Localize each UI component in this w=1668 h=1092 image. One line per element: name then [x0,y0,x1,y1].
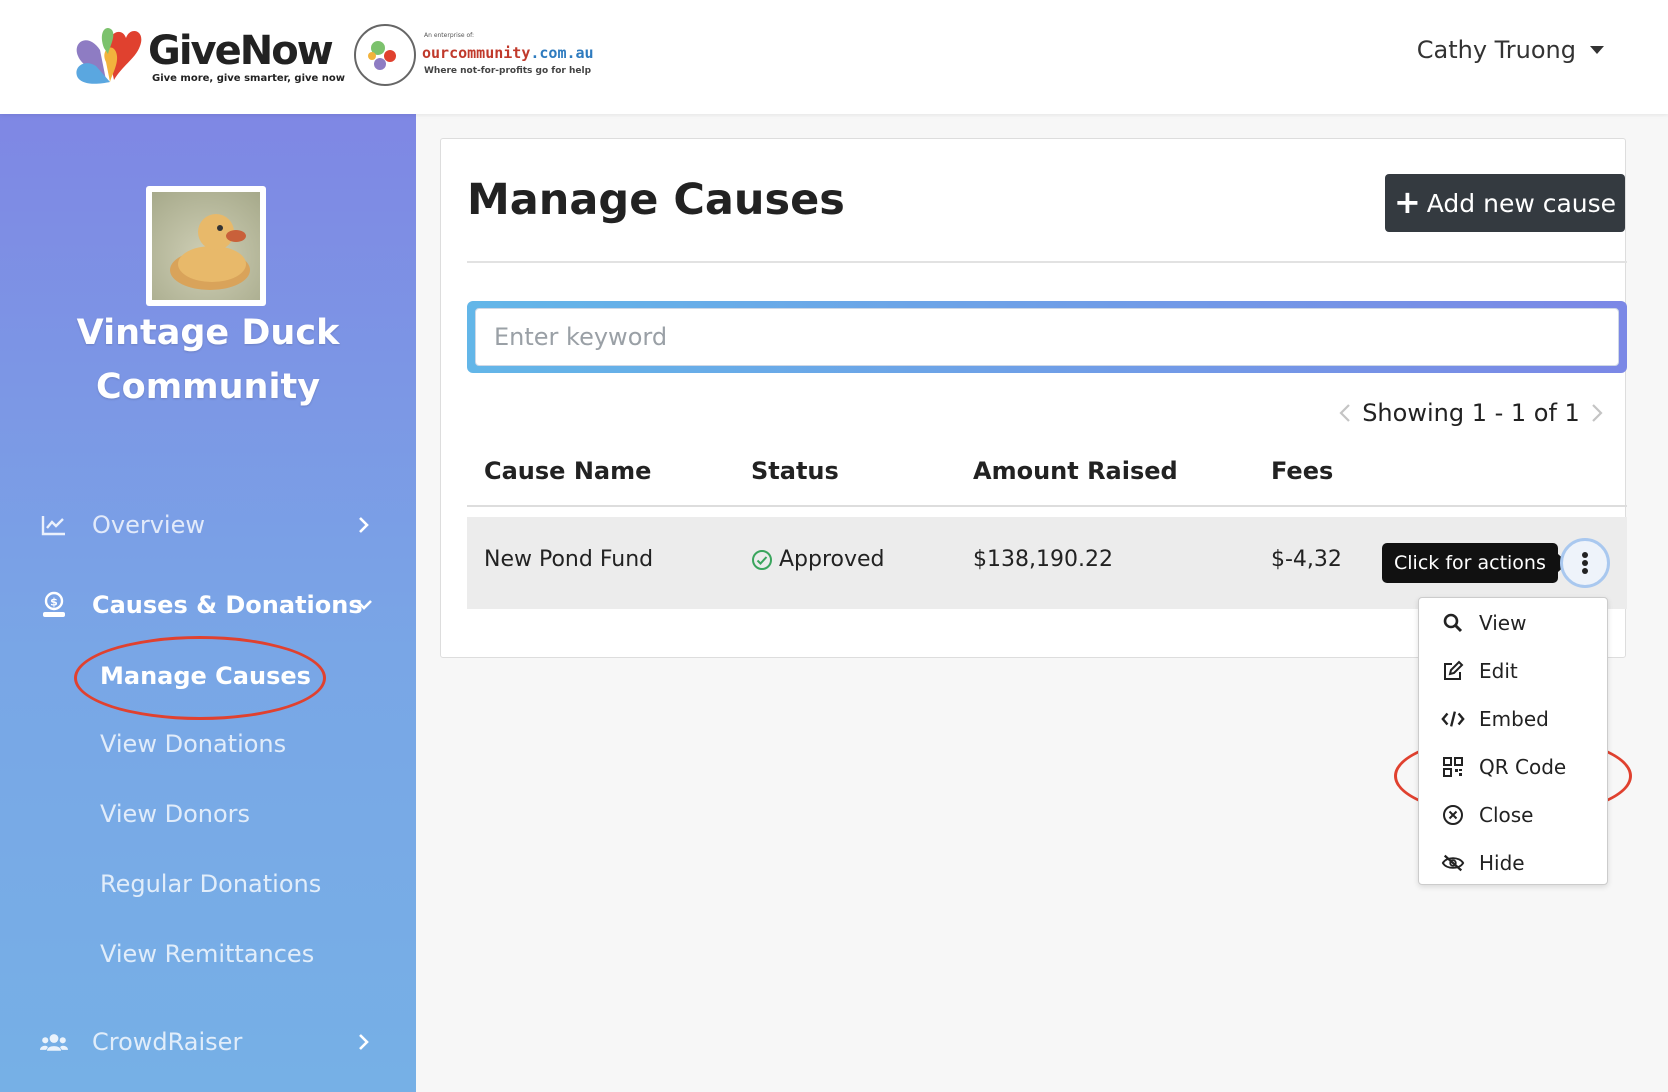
menu-item-label: Close [1479,803,1534,827]
svg-text:$: $ [50,596,58,609]
org-avatar [146,186,266,306]
cause-name-cell[interactable]: New Pond Fund [484,547,653,572]
ourcommunity-logo[interactable]: An enterprise of: ourcommunity.com.au Wh… [354,24,614,86]
menu-item-view[interactable]: View [1419,601,1609,645]
chevron-right-icon [354,1032,374,1052]
top-header: GiveNow Give more, give smarter, give no… [0,0,1668,114]
search-box [467,301,1627,373]
sidebar-item-overview[interactable]: Overview [0,498,416,552]
menu-item-qr-code[interactable]: QR Code [1419,745,1609,789]
menu-item-embed[interactable]: Embed [1419,697,1609,741]
menu-item-label: Edit [1479,659,1518,683]
column-header-fees[interactable]: Fees [1271,457,1333,485]
chart-line-icon [40,511,68,539]
edit-icon [1441,659,1465,683]
add-new-cause-button[interactable]: + Add new cause [1385,174,1625,232]
status-text: Approved [779,547,885,572]
search-icon [1441,611,1465,635]
org-name-line1: Vintage Duck [76,313,340,353]
sidebar-subitem-manage-causes[interactable]: Manage Causes [100,662,311,690]
sidebar: Vintage Duck Community Overview $ Causes… [0,114,416,1092]
duck-image [152,192,260,300]
sidebar-subitem-view-donors[interactable]: View Donors [100,800,250,828]
menu-item-label: View [1479,611,1527,635]
partner-name-part1: ourcommunity [422,44,531,62]
givenow-logo[interactable]: GiveNow Give more, give smarter, give no… [70,22,345,88]
givenow-wordmark: GiveNow [148,28,334,74]
partner-name-part2: .com.au [530,44,594,62]
sidebar-item-label: Overview [92,511,205,539]
sidebar-subitem-regular-donations[interactable]: Regular Donations [100,870,321,898]
column-header-status[interactable]: Status [751,457,839,485]
table-header: Cause Name Status Amount Raised Fees [467,437,1627,507]
user-menu[interactable]: Cathy Truong [1417,36,1604,64]
chevron-right-icon [354,515,374,535]
plus-icon: + [1393,182,1421,221]
sidebar-item-label: Causes & Donations [92,591,363,619]
menu-item-label: Embed [1479,707,1549,731]
sidebar-item-label: CrowdRaiser [92,1028,243,1056]
divider [467,261,1627,263]
keyword-search-input[interactable] [475,308,1619,366]
user-name: Cathy Truong [1416,36,1576,64]
code-icon [1441,707,1465,731]
hearts-logo-icon [76,28,142,84]
add-new-cause-label: Add new cause [1426,188,1617,218]
qr-code-icon [1441,755,1465,779]
sidebar-item-causes-donations[interactable]: $ Causes & Donations [0,578,416,632]
donate-hand-icon: $ [40,591,68,619]
menu-item-hide[interactable]: Hide [1419,841,1609,885]
check-circle-icon [752,549,772,570]
menu-item-label: Hide [1479,851,1525,875]
caret-down-icon [1590,46,1604,54]
pagination-text: Showing 1 - 1 of 1 [1362,399,1580,427]
sidebar-subitem-view-donations[interactable]: View Donations [100,730,286,758]
sidebar-item-crowdraiser[interactable]: CrowdRaiser [0,1015,416,1069]
menu-item-label: QR Code [1479,755,1567,779]
row-actions-button[interactable] [1560,538,1610,588]
ourcommunity-emblem-icon [354,24,416,86]
givenow-tagline: Give more, give smarter, give now [152,73,346,84]
page-title: Manage Causes [467,175,845,225]
menu-item-edit[interactable]: Edit [1419,649,1609,693]
chevron-right-icon[interactable] [1585,401,1609,425]
users-icon [40,1028,68,1056]
actions-dropdown-menu: View Edit Embed QR Code Close Hide [1418,597,1608,885]
fees-cell: $-4,32 [1271,547,1342,572]
column-header-cause-name[interactable]: Cause Name [484,457,651,485]
partner-prefix: An enterprise of: [424,32,475,39]
org-name: Vintage Duck Community [0,306,416,414]
amount-raised-cell: $138,190.22 [973,547,1113,572]
partner-tagline: Where not-for-profits go for help [424,66,592,76]
pagination: Showing 1 - 1 of 1 [1333,393,1609,433]
column-header-amount-raised[interactable]: Amount Raised [973,457,1178,485]
close-circle-icon [1441,803,1465,827]
status-cell: Approved [751,547,885,572]
kebab-menu-icon [1582,552,1588,574]
chevron-left-icon[interactable] [1333,401,1357,425]
sidebar-subitem-view-remittances[interactable]: View Remittances [100,940,314,968]
chevron-down-icon [354,595,374,615]
partner-name: ourcommunity.com.au [422,44,594,62]
menu-item-close[interactable]: Close [1419,793,1609,837]
eye-slash-icon [1441,851,1465,875]
org-name-line2: Community [95,367,321,407]
actions-tooltip: Click for actions [1382,543,1568,583]
